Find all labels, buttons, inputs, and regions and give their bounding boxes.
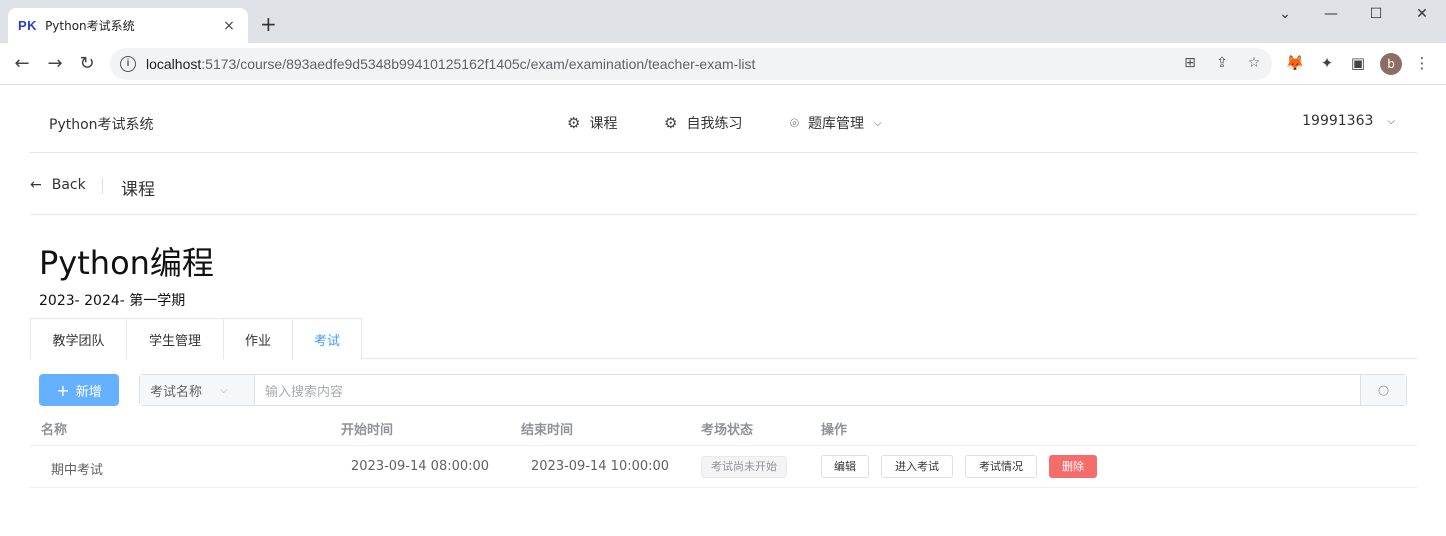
more-menu-icon[interactable]: ⋮ (1412, 54, 1432, 72)
gear-icon: ⚙ (664, 114, 678, 132)
column-header-actions: 操作 (821, 423, 848, 438)
translate-icon[interactable]: ⊞ (1181, 55, 1199, 71)
tab-homework[interactable]: 作业 (223, 318, 293, 359)
cell-end-time: 2023-09-14 10:00:00 (531, 459, 670, 474)
nav-item-label: 题库管理 (808, 116, 865, 132)
extensions-puzzle-icon[interactable]: ✦ (1317, 54, 1337, 72)
nav-item-question-bank[interactable]: ⌾ 题库管理 ⌵ (790, 113, 882, 133)
browser-toolbar: ← → ↻ i localhost:5173/course/893aedfe9d… (0, 43, 1446, 85)
page-header: ← Back 课程 (30, 153, 1417, 215)
status-badge: 考试尚未开始 (701, 456, 787, 478)
table-header: 名称 开始时间 结束时间 考场状态 操作 (30, 407, 1417, 446)
user-menu[interactable]: 19991363 ⌵ (1302, 113, 1395, 129)
nav-item-course[interactable]: ⚙ 课程 (567, 113, 617, 133)
delete-button[interactable]: 删除 (1049, 455, 1097, 478)
minimize-icon[interactable]: — (1316, 6, 1346, 22)
app-header: Python考试系统 ⚙ 课程 ⚙ 自我练习 ⌾ 题库管理 ⌵ 19991363… (30, 86, 1417, 153)
address-bar[interactable]: i localhost:5173/course/893aedfe9d5348b9… (110, 48, 1272, 80)
side-panel-icon[interactable]: ▣ (1348, 54, 1368, 72)
table-row: 期中考试 2023-09-14 08:00:00 2023-09-14 10:0… (30, 446, 1417, 488)
bookmark-star-icon[interactable]: ☆ (1245, 55, 1263, 71)
tab-teaching-team[interactable]: 教学团队 (30, 318, 127, 359)
brand-title: Python考试系统 (49, 117, 154, 133)
divider (102, 178, 103, 194)
add-button-label: 新增 (75, 384, 102, 400)
favicon-icon: PK (18, 18, 38, 33)
tab-exam[interactable]: 考试 (292, 318, 362, 360)
window-close-icon[interactable]: ✕ (1407, 6, 1437, 22)
tab-search-icon[interactable]: ⌄ (1270, 6, 1300, 22)
share-icon[interactable]: ⇪ (1213, 55, 1231, 71)
column-header-end-time: 结束时间 (521, 423, 574, 438)
column-header-status: 考场状态 (701, 423, 754, 438)
page-title: 课程 (121, 180, 155, 200)
browser-tab[interactable]: PK Python考试系统 × (8, 8, 248, 43)
course-tabs: 教学团队 学生管理 作业 考试 (30, 318, 1417, 360)
reload-icon[interactable]: ↻ (75, 52, 99, 76)
tab-student-management[interactable]: 学生管理 (126, 318, 224, 359)
course-title: Python编程 (39, 244, 214, 282)
info-icon[interactable]: i (120, 56, 136, 72)
location-pin-icon: ⌾ (790, 114, 800, 132)
chevron-down-icon: ⌵ (1387, 115, 1395, 127)
metamask-fox-icon[interactable]: 🦊 (1285, 54, 1305, 72)
search-button[interactable]: ○ (1360, 375, 1406, 405)
add-button[interactable]: + 新增 (39, 374, 119, 406)
filter-selected-value: 考试名称 (150, 384, 203, 400)
profile-avatar[interactable]: b (1380, 53, 1402, 75)
gear-icon: ⚙ (567, 114, 581, 132)
new-tab-button[interactable]: + (260, 12, 277, 36)
course-semester: 2023- 2024- 第一学期 (39, 293, 186, 309)
chevron-down-icon: ⌵ (874, 117, 882, 129)
column-header-start-time: 开始时间 (341, 423, 394, 438)
plus-icon: + (56, 380, 70, 400)
arrow-left-icon: ← (30, 177, 42, 193)
nav-item-label: 自我练习 (686, 116, 743, 132)
search-group: 考试名称 ⌵ 输入搜索内容 ○ (139, 374, 1407, 406)
cell-name: 期中考试 (51, 463, 104, 478)
nav-item-label: 课程 (589, 116, 618, 132)
username: 19991363 (1302, 113, 1374, 129)
column-header-name: 名称 (41, 423, 68, 438)
maximize-icon[interactable]: ☐ (1361, 6, 1391, 22)
exam-status-button[interactable]: 考试情况 (965, 455, 1037, 478)
search-input[interactable]: 输入搜索内容 (255, 375, 1360, 405)
search-icon: ○ (1377, 382, 1390, 398)
filter-select[interactable]: 考试名称 ⌵ (140, 375, 255, 405)
browser-titlebar: PK Python考试系统 × + ⌄ — ☐ ✕ (0, 0, 1446, 43)
edit-button[interactable]: 编辑 (821, 455, 869, 478)
back-label: Back (51, 177, 86, 193)
back-arrow-icon[interactable]: ← (10, 52, 34, 76)
url-text[interactable]: localhost:5173/course/893aedfe9d5348b994… (146, 56, 755, 72)
chevron-down-icon: ⌵ (220, 384, 228, 396)
close-icon[interactable]: × (220, 18, 238, 34)
enter-exam-button[interactable]: 进入考试 (881, 455, 953, 478)
nav-item-self-practice[interactable]: ⚙ 自我练习 (664, 113, 742, 133)
forward-arrow-icon[interactable]: → (43, 52, 67, 76)
back-button[interactable]: ← Back (30, 177, 86, 193)
tab-title: Python考试系统 (45, 19, 135, 33)
cell-start-time: 2023-09-14 08:00:00 (351, 459, 490, 474)
